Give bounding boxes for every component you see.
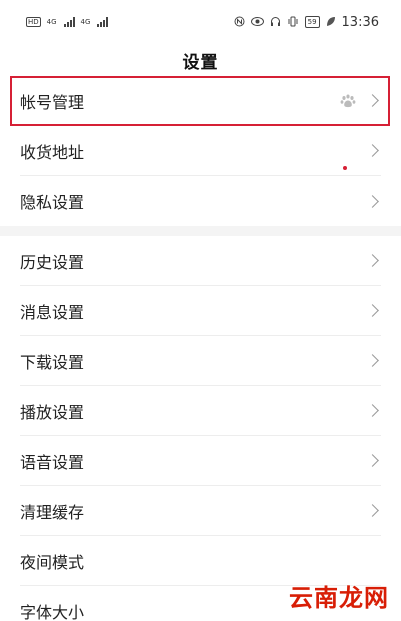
chevron-right-icon — [366, 144, 379, 157]
status-time: 13:36 — [341, 14, 379, 30]
battery-level: 59 — [307, 18, 317, 26]
settings-item-label: 收货地址 — [20, 142, 85, 162]
title-bar: 设置 — [0, 44, 401, 76]
chevron-right-icon — [366, 504, 379, 517]
watermark: 云南龙网 — [289, 578, 389, 613]
page-title: 设置 — [182, 52, 219, 73]
chevron-right-icon — [366, 304, 379, 317]
battery-icon: 59 — [304, 16, 320, 28]
red-dot-marker — [343, 166, 347, 170]
settings-screen: HD 4G 4G 59 13:36 设置 帐号管理 收货地址 隐私设置 历史设置… — [0, 0, 401, 621]
hd-badge: HD — [26, 17, 41, 27]
settings-item-label: 消息设置 — [20, 302, 85, 322]
status-bar: HD 4G 4G 59 13:36 — [0, 0, 401, 44]
chevron-right-icon — [366, 94, 379, 107]
chevron-right-icon — [366, 254, 379, 267]
settings-group-account: 帐号管理 收货地址 隐私设置 — [0, 76, 401, 226]
group-divider — [0, 226, 401, 236]
settings-item-history[interactable]: 历史设置 — [20, 236, 381, 286]
settings-group-general: 历史设置 消息设置 下载设置 播放设置 语音设置 清理缓存 夜间模式 字体大小 — [0, 236, 401, 621]
status-left: HD 4G 4G — [26, 17, 109, 27]
settings-item-label: 夜间模式 — [20, 552, 85, 572]
settings-item-label: 帐号管理 — [20, 92, 85, 112]
settings-item-label: 下载设置 — [20, 352, 85, 372]
watermark-text: 云南龙网 — [289, 584, 389, 612]
chevron-right-icon — [366, 454, 379, 467]
signal-icon-1 — [63, 17, 75, 27]
chevron-right-icon — [366, 404, 379, 417]
chevron-right-icon — [366, 194, 379, 208]
signal-icon-2 — [97, 17, 109, 27]
baidu-paw-icon — [340, 94, 356, 107]
settings-item-privacy[interactable]: 隐私设置 — [20, 176, 381, 226]
settings-item-label: 播放设置 — [20, 402, 85, 422]
settings-item-account[interactable]: 帐号管理 — [20, 76, 381, 126]
headphone-icon — [270, 16, 281, 29]
vibrate-icon — [287, 16, 299, 29]
settings-item-message[interactable]: 消息设置 — [20, 286, 381, 336]
settings-list: 帐号管理 收货地址 隐私设置 历史设置 消息设置 下载设置 播放设置 语音设置 … — [0, 76, 401, 621]
settings-item-address[interactable]: 收货地址 — [20, 126, 381, 176]
status-right: 59 13:36 — [234, 15, 379, 30]
settings-item-download[interactable]: 下载设置 — [20, 336, 381, 386]
network-label-2: 4G — [80, 18, 91, 26]
settings-item-voice[interactable]: 语音设置 — [20, 436, 381, 486]
nfc-icon — [234, 16, 245, 29]
settings-item-label: 清理缓存 — [20, 502, 85, 522]
settings-item-clear-cache[interactable]: 清理缓存 — [20, 486, 381, 536]
settings-item-playback[interactable]: 播放设置 — [20, 386, 381, 436]
settings-item-label: 语音设置 — [20, 452, 85, 472]
network-label-1: 4G — [46, 18, 57, 26]
settings-item-label: 隐私设置 — [20, 193, 85, 212]
leaf-icon — [326, 16, 336, 29]
chevron-right-icon — [366, 354, 379, 367]
settings-item-label: 历史设置 — [20, 252, 85, 272]
eye-icon — [250, 16, 264, 29]
